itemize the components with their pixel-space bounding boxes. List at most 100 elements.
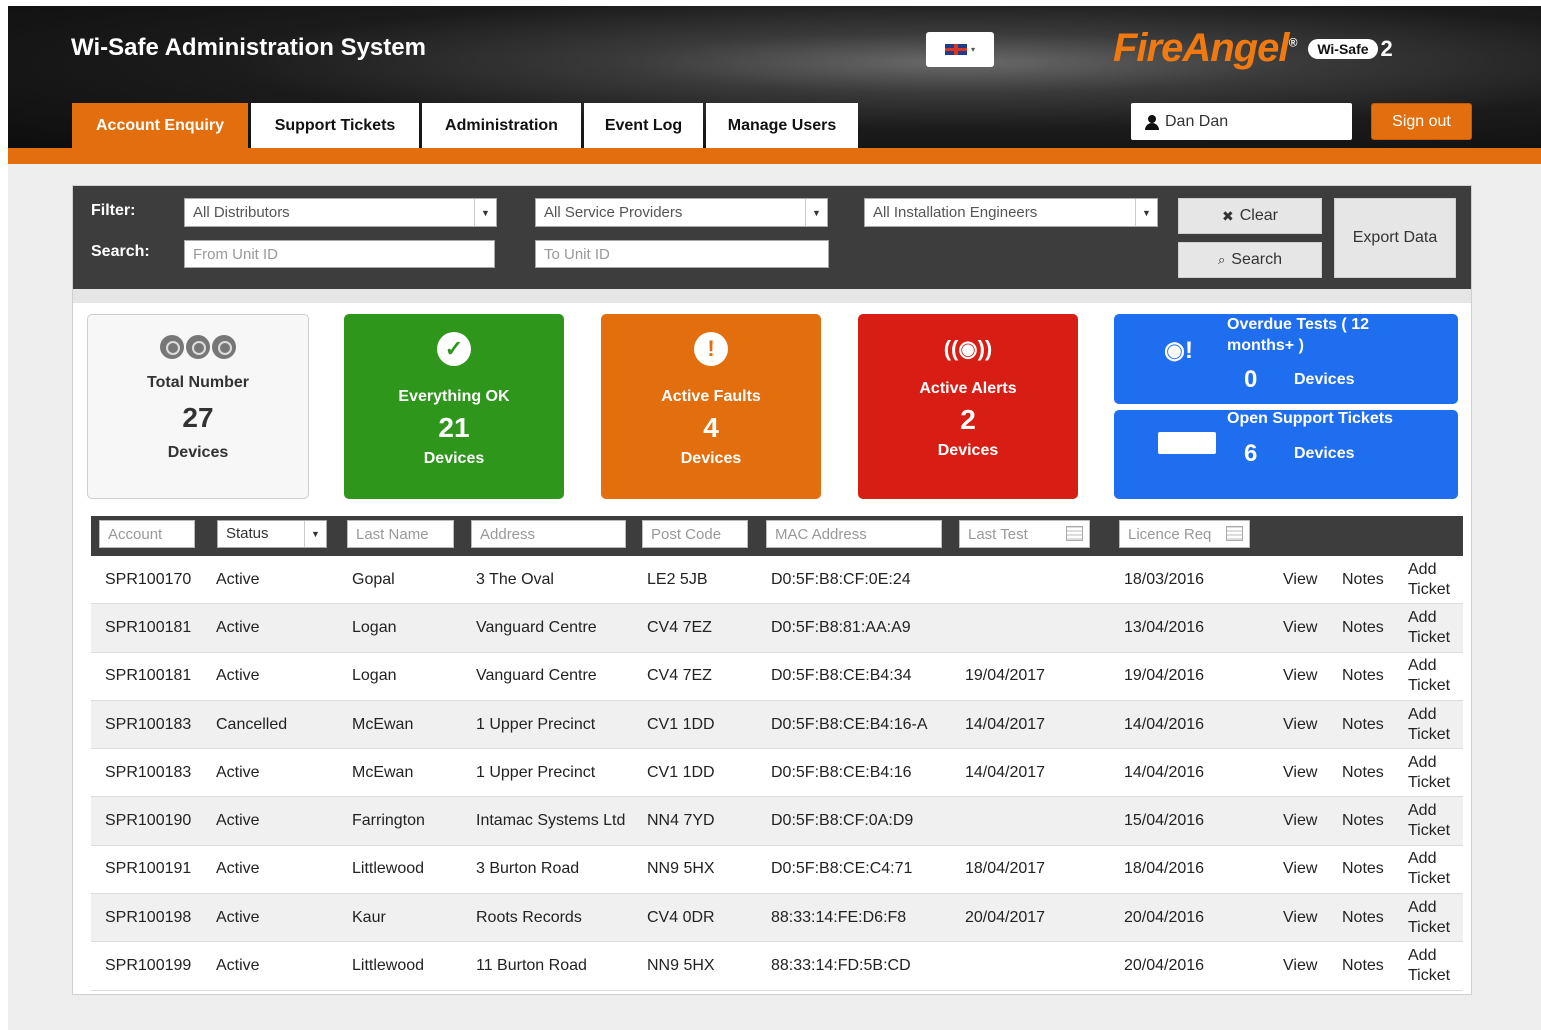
- overdue-tests-card[interactable]: ◉! Overdue Tests ( 12 months+ ) 0 Device…: [1114, 314, 1458, 404]
- chevron-down-icon: ▼: [474, 199, 496, 226]
- search-label: Search:: [91, 243, 150, 260]
- cell-status: Active: [216, 957, 260, 975]
- mac-address-filter[interactable]: MAC Address: [766, 520, 942, 548]
- engineer-select[interactable]: All Installation Engineers ▼: [864, 198, 1158, 227]
- add-ticket-link[interactable]: Add Ticket: [1408, 653, 1450, 700]
- cell-status: Cancelled: [216, 715, 288, 733]
- tab-administration[interactable]: Administration: [422, 103, 581, 148]
- view-link[interactable]: View: [1283, 653, 1317, 700]
- calendar-icon[interactable]: [1066, 526, 1083, 541]
- alarm-icon: ((◉)): [943, 336, 993, 361]
- sign-out-button[interactable]: Sign out: [1371, 103, 1472, 140]
- user-menu[interactable]: Dan Dan: [1131, 103, 1352, 140]
- service-provider-select[interactable]: All Service Providers ▼: [535, 198, 828, 227]
- cell-mac: D0:5F:B8:CF:0E:24: [771, 570, 911, 588]
- view-link[interactable]: View: [1283, 894, 1317, 941]
- cell-address: 1 Upper Precinct: [476, 715, 596, 733]
- cell-status: Active: [216, 570, 260, 588]
- add-ticket-link[interactable]: Add Ticket: [1408, 846, 1450, 893]
- add-ticket-link[interactable]: Add Ticket: [1408, 556, 1450, 603]
- language-selector[interactable]: ▾: [926, 32, 994, 67]
- cell-last-name: Farrington: [352, 812, 425, 830]
- cell-last-name: Littlewood: [352, 957, 425, 975]
- cell-address: 3 The Oval: [476, 570, 554, 588]
- status-filter[interactable]: Status ▼: [217, 520, 327, 548]
- detector-alert-icon: ◉!: [1164, 337, 1193, 364]
- add-ticket-link[interactable]: Add Ticket: [1408, 797, 1450, 844]
- total-devices-card[interactable]: Total Number 27 Devices: [87, 314, 309, 499]
- notes-link[interactable]: Notes: [1342, 797, 1384, 844]
- clear-button[interactable]: ✖ Clear: [1178, 198, 1322, 234]
- notes-link[interactable]: Notes: [1342, 653, 1384, 700]
- view-link[interactable]: View: [1283, 749, 1317, 796]
- cell-account: SPR100199: [105, 957, 192, 975]
- cell-account: SPR100170: [105, 570, 192, 588]
- tab-manage-users[interactable]: Manage Users: [706, 103, 858, 148]
- tab-account-enquiry[interactable]: Account Enquiry: [72, 103, 248, 148]
- view-link[interactable]: View: [1283, 604, 1317, 651]
- open-support-tickets-card[interactable]: Open Support Tickets 6 Devices: [1114, 410, 1458, 499]
- cell-last-test: 20/04/2017: [965, 908, 1046, 926]
- brand-logo: FireAngel® Wi-Safe 2: [1113, 26, 1393, 71]
- notes-link[interactable]: Notes: [1342, 846, 1384, 893]
- cell-mac: D0:5F:B8:81:AA:A9: [771, 618, 911, 636]
- cell-last-name: Logan: [352, 667, 397, 685]
- cell-licence: 15/04/2016: [1124, 812, 1205, 830]
- active-faults-card[interactable]: ! Active Faults 4 Devices: [601, 314, 821, 499]
- add-ticket-link[interactable]: Add Ticket: [1408, 894, 1450, 941]
- notes-link[interactable]: Notes: [1342, 894, 1384, 941]
- tab-event-log[interactable]: Event Log: [584, 103, 703, 148]
- header-accent-bar: [8, 148, 1541, 164]
- tab-support-tickets[interactable]: Support Tickets: [251, 103, 419, 148]
- notes-link[interactable]: Notes: [1342, 749, 1384, 796]
- from-unit-id-input[interactable]: From Unit ID: [184, 240, 495, 268]
- chevron-down-icon: ▼: [805, 199, 827, 226]
- search-button[interactable]: ⌕ Search: [1178, 242, 1322, 278]
- cell-last-test: [965, 797, 1115, 844]
- add-ticket-link[interactable]: Add Ticket: [1408, 604, 1450, 651]
- active-alerts-card[interactable]: ((◉)) Active Alerts 2 Devices: [858, 314, 1078, 499]
- notes-link[interactable]: Notes: [1342, 604, 1384, 651]
- post-code-filter[interactable]: Post Code: [642, 520, 748, 548]
- notes-link[interactable]: Notes: [1342, 942, 1384, 989]
- last-name-filter[interactable]: Last Name: [347, 520, 454, 548]
- view-link[interactable]: View: [1283, 701, 1317, 748]
- add-ticket-link[interactable]: Add Ticket: [1408, 749, 1450, 796]
- to-unit-id-input[interactable]: To Unit ID: [535, 240, 829, 268]
- account-filter[interactable]: Account: [99, 520, 195, 548]
- view-link[interactable]: View: [1283, 846, 1317, 893]
- cell-status: Active: [216, 763, 260, 781]
- cell-post-code: CV1 1DD: [647, 763, 715, 781]
- devices-icon: [88, 335, 308, 364]
- calendar-icon[interactable]: [1226, 526, 1243, 541]
- cell-post-code: CV4 7EZ: [647, 618, 712, 636]
- licence-req-filter[interactable]: Licence Req: [1119, 520, 1250, 548]
- address-filter[interactable]: Address: [471, 520, 626, 548]
- filter-bar: Filter: Search: All Distributors ▼ All Se…: [73, 186, 1471, 289]
- cell-account: SPR100183: [105, 763, 192, 781]
- cell-status: Active: [216, 812, 260, 830]
- everything-ok-card[interactable]: ✓ Everything OK 21 Devices: [344, 314, 564, 499]
- cell-last-name: McEwan: [352, 763, 414, 781]
- cell-licence: 14/04/2016: [1124, 715, 1205, 733]
- view-link[interactable]: View: [1283, 556, 1317, 603]
- brand-name: FireAngel®: [1113, 26, 1297, 70]
- ticket-icon: [1158, 432, 1216, 454]
- table-filter-row: Account Status ▼ Last Name Address Post C…: [91, 516, 1463, 556]
- table-row: SPR100183 Cancelled McEwan 1 Upper Precinct…: [91, 700, 1463, 750]
- add-ticket-link[interactable]: Add Ticket: [1408, 942, 1450, 989]
- distributor-select[interactable]: All Distributors ▼: [184, 198, 497, 227]
- view-link[interactable]: View: [1283, 942, 1317, 989]
- cell-last-name: Kaur: [352, 908, 386, 926]
- export-data-button[interactable]: Export Data: [1334, 198, 1456, 278]
- cell-mac: D0:5F:B8:CF:0A:D9: [771, 812, 914, 830]
- notes-link[interactable]: Notes: [1342, 701, 1384, 748]
- filter-label: Filter:: [91, 202, 136, 219]
- view-link[interactable]: View: [1283, 797, 1317, 844]
- add-ticket-link[interactable]: Add Ticket: [1408, 701, 1450, 748]
- last-test-filter[interactable]: Last Test: [959, 520, 1090, 548]
- cell-address: Vanguard Centre: [476, 667, 597, 685]
- cell-mac: D0:5F:B8:CE:B4:16-A: [771, 715, 928, 733]
- notes-link[interactable]: Notes: [1342, 556, 1384, 603]
- table-row: SPR100181 Active Logan Vanguard Centre CV4 7…: [91, 604, 1463, 653]
